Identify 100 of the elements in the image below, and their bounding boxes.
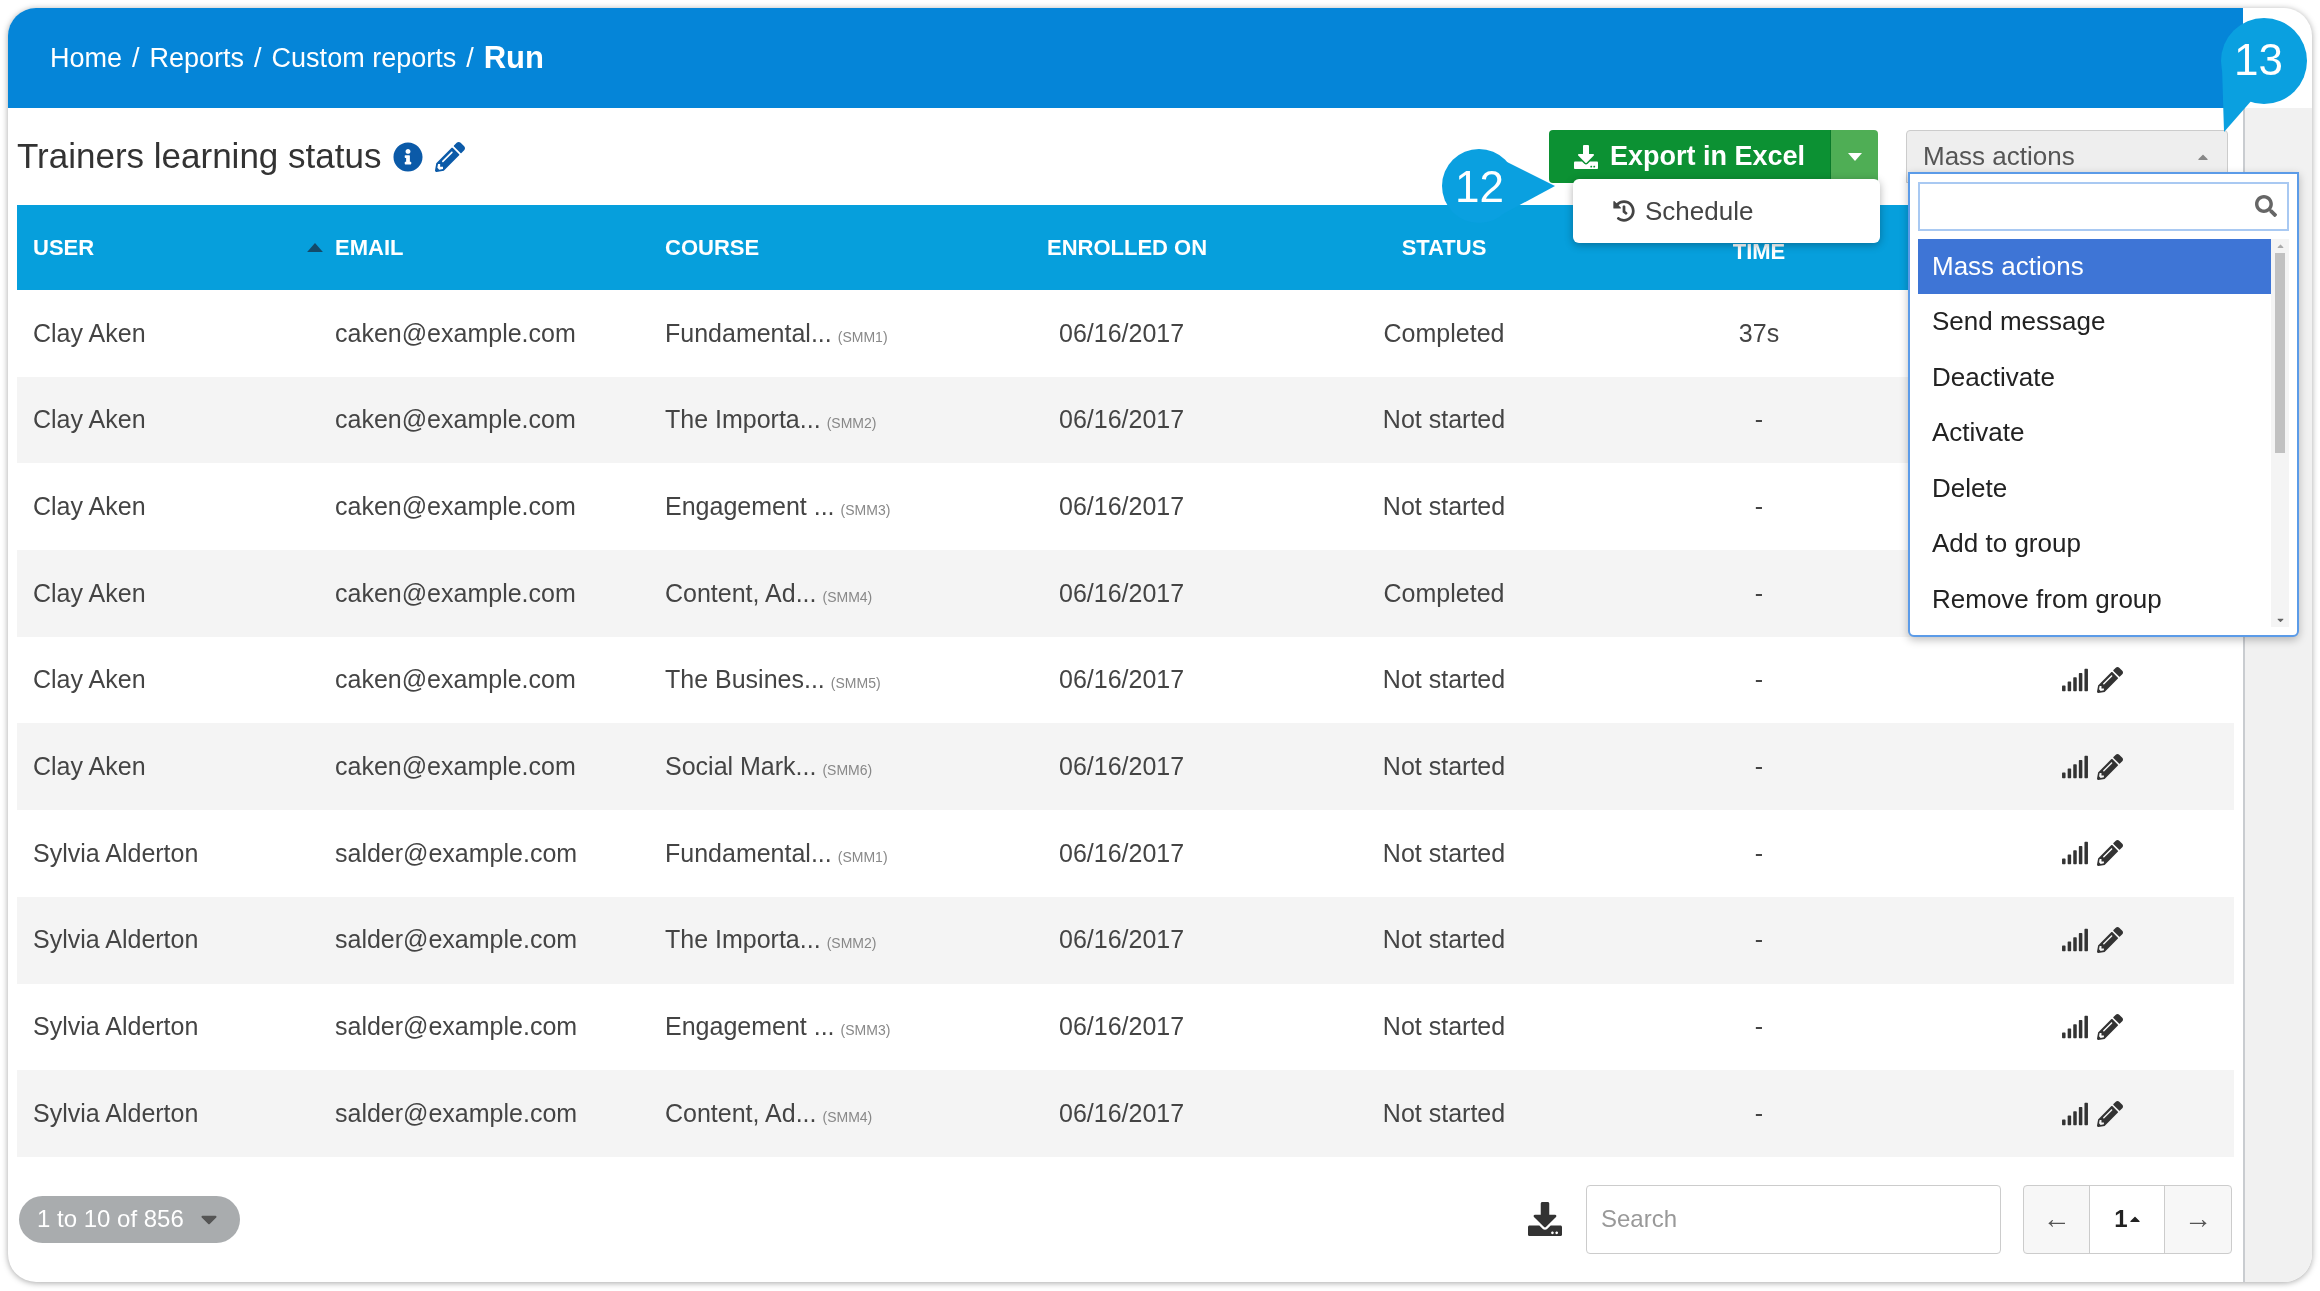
table-cell-text: Not started (1381, 664, 1507, 696)
export-button[interactable]: Export in Excel (1549, 130, 1830, 183)
breadcrumb-separator: / (132, 41, 140, 75)
course-name: The Busines... (665, 664, 825, 696)
edit-icon[interactable] (435, 141, 466, 172)
signal-bars-icon[interactable] (2060, 1013, 2089, 1040)
table-cell-text: 06/16/2017 (1058, 751, 1186, 783)
table-cell-text: 06/16/2017 (1058, 404, 1186, 436)
course-code: (SMM5) (830, 674, 881, 694)
table-cell-text: 06/16/2017 (1058, 577, 1186, 609)
column-header[interactable]: USER (33, 231, 95, 264)
caret-icon (1847, 152, 1862, 161)
dropdown-option[interactable]: Remove from group (1918, 571, 2271, 627)
next-page-button[interactable]: → (2165, 1185, 2231, 1253)
course-name: Social Mark... (665, 751, 817, 783)
table-cell-text: Sylvia Alderton (32, 1011, 200, 1043)
breadcrumb-link[interactable]: Home (50, 37, 123, 79)
table-cell-text: 06/16/2017 (1058, 1097, 1186, 1129)
signal-bars-icon[interactable] (2060, 927, 2089, 954)
search-icon (2255, 195, 2277, 218)
table-cell-text: Not started (1381, 404, 1507, 436)
course-name: Fundamental... (665, 837, 832, 869)
table-cell-text: salder@example.com (334, 837, 579, 869)
course-code: (SMM6) (822, 761, 873, 781)
course-name: The Importa... (665, 404, 821, 436)
table-cell-text: - (1753, 924, 1765, 956)
edit-icon[interactable] (2096, 753, 2123, 780)
table-cell-text: 06/16/2017 (1058, 837, 1186, 869)
table-cell-text: - (1753, 1097, 1765, 1129)
dropdown-option[interactable]: Deactivate (1918, 349, 2271, 405)
breadcrumb-link[interactable]: Reports (149, 37, 245, 79)
edit-icon[interactable] (2096, 667, 2123, 694)
table-cell-text: salder@example.com (334, 1097, 579, 1129)
course-code: (SMM2) (826, 414, 877, 434)
history-icon (1613, 200, 1635, 222)
dropdown-search-field[interactable] (1918, 182, 2289, 231)
signal-bars-icon[interactable] (2060, 840, 2089, 867)
download-icon[interactable] (1528, 1202, 1562, 1237)
table-cell-text: - (1753, 837, 1765, 869)
course-code: (SMM3) (840, 1021, 891, 1041)
breadcrumb-separator: / (254, 41, 262, 75)
edit-icon[interactable] (2096, 1013, 2123, 1040)
table-cell-text: Completed (1382, 317, 1506, 349)
menu-item[interactable]: Schedule (1573, 191, 1880, 231)
column-header[interactable]: STATUS (1401, 231, 1487, 264)
signal-bars-icon[interactable] (2060, 1100, 2089, 1127)
course-name: Content, Ad... (665, 577, 817, 609)
dropdown-option[interactable]: Delete (1918, 460, 2271, 516)
table-cell-text: 06/16/2017 (1058, 317, 1186, 349)
range-label: 1 to 10 of 856 (37, 1204, 184, 1235)
table-cell-text: 06/16/2017 (1058, 664, 1186, 696)
course-code: (SMM1) (837, 847, 888, 867)
search-field[interactable]: Search (1586, 1184, 2001, 1254)
table-cell-text: salder@example.com (334, 924, 579, 956)
table-cell-text: Not started (1381, 751, 1507, 783)
table-cell-text: Clay Aken (32, 404, 147, 436)
signal-bars-icon[interactable] (2060, 667, 2089, 694)
dropdown-option[interactable]: Add to group (1918, 516, 2271, 572)
select-value: Mass actions (1923, 140, 2075, 173)
column-header[interactable]: EMAIL (335, 231, 404, 264)
signal-bars-icon[interactable] (2060, 753, 2089, 780)
table-cell-text: Clay Aken (32, 751, 147, 783)
download-icon (1573, 144, 1598, 169)
course-name: Content, Ad... (665, 1097, 817, 1129)
table-cell-text: Clay Aken (32, 317, 147, 349)
course-code: (SMM2) (826, 934, 877, 954)
table-cell-text: Clay Aken (32, 490, 147, 522)
table-cell-text: - (1753, 751, 1765, 783)
table-cell-text: 06/16/2017 (1058, 1011, 1186, 1043)
table-cell-text: Sylvia Alderton (32, 924, 200, 956)
table-cell-text: 06/16/2017 (1058, 924, 1186, 956)
range-pill[interactable]: 1 to 10 of 856 (19, 1195, 240, 1243)
table-cell-text: caken@example.com (334, 577, 577, 609)
info-icon[interactable] (393, 141, 424, 172)
table-cell-text: Clay Aken (32, 577, 147, 609)
table-cell-text: Not started (1381, 1097, 1507, 1129)
column-header[interactable]: COURSE (665, 231, 760, 264)
scrollbar[interactable] (2271, 238, 2289, 627)
table-cell-text: - (1753, 664, 1765, 696)
table-cell-text: Not started (1381, 924, 1507, 956)
table-cell-text: Not started (1381, 1011, 1507, 1043)
dropdown-option[interactable]: Send message (1918, 294, 2271, 350)
edit-icon[interactable] (2096, 1100, 2123, 1127)
breadcrumb-link[interactable]: Custom reports (271, 37, 457, 79)
dropdown-option[interactable]: Mass actions (1918, 238, 2271, 294)
table-cell-text: salder@example.com (334, 1011, 579, 1043)
column-header[interactable]: ENROLLED ON (1047, 231, 1208, 264)
table-cell-text: Sylvia Alderton (32, 1097, 200, 1129)
edit-icon[interactable] (2096, 840, 2123, 867)
table-cell-text: Sylvia Alderton (32, 837, 200, 869)
edit-icon[interactable] (2096, 927, 2123, 954)
table-cell-text: caken@example.com (334, 664, 577, 696)
breadcrumb-current: Run (483, 38, 544, 77)
dropdown-option[interactable]: Activate (1918, 405, 2271, 461)
table-cell-text: Not started (1381, 490, 1507, 522)
table-cell-text: Completed (1382, 577, 1506, 609)
table-cell-text: caken@example.com (334, 404, 577, 436)
page-button[interactable]: 1 (2090, 1185, 2165, 1253)
table-cell-text: Not started (1381, 837, 1507, 869)
breadcrumb-separator: / (466, 41, 474, 75)
